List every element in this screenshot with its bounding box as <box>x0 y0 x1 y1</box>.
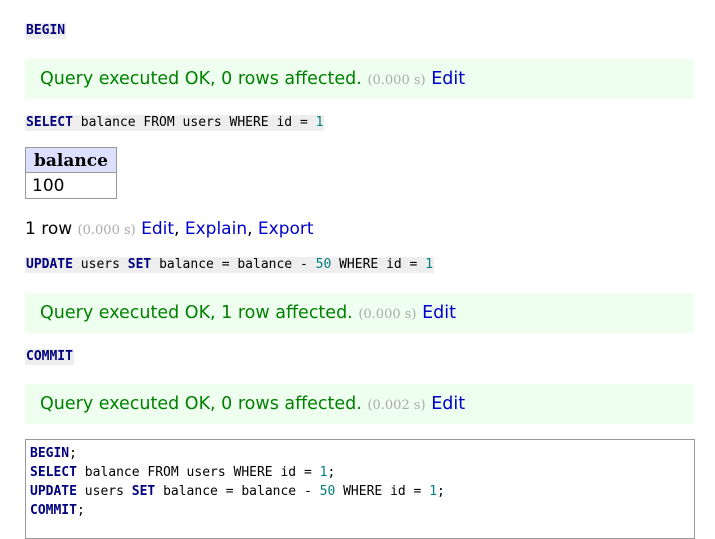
message-text: Query executed OK, 1 row affected. <box>40 303 353 323</box>
sql-number: 50 <box>319 484 336 499</box>
message-text: Query executed OK, 0 rows affected. <box>40 394 362 414</box>
sql-keyword: COMMIT <box>26 349 73 364</box>
execution-time: (0.000 s) <box>77 223 136 238</box>
sql-begin: BEGIN <box>25 23 67 39</box>
sql-commit: COMMIT <box>25 349 74 365</box>
sql-keyword: BEGIN <box>30 446 70 461</box>
sql-number: 1 <box>425 257 434 272</box>
sql-select: SELECT balance FROM users WHERE id = 1 <box>25 115 325 131</box>
sql-text: balance FROM users WHERE id = <box>72 115 316 130</box>
sql-text: ; <box>76 503 85 518</box>
sql-keyword: SET <box>127 257 152 272</box>
sql-keyword: SELECT <box>26 115 73 130</box>
execution-time: (0.000 s) <box>358 307 417 322</box>
editor-line: BEGIN; <box>30 444 690 463</box>
editor-line: UPDATE users SET balance = balance - 50 … <box>30 482 690 501</box>
sql-text: users <box>72 257 128 272</box>
column-header-balance[interactable]: balance <box>25 147 117 173</box>
execution-time: (0.002 s) <box>367 398 426 413</box>
sql-text: balance = balance - <box>155 484 320 499</box>
sql-keyword: COMMIT <box>30 503 77 518</box>
sql-text: WHERE id = <box>331 257 426 272</box>
sql-keyword: SELECT <box>30 465 77 480</box>
editor-line: COMMIT; <box>30 501 690 520</box>
query-result-message: Query executed OK, 0 rows affected. (0.0… <box>25 59 694 99</box>
sql-keyword: BEGIN <box>26 23 66 38</box>
edit-link[interactable]: Edit <box>422 303 456 323</box>
query-result-message: Query executed OK, 0 rows affected. (0.0… <box>25 384 694 424</box>
sql-editor[interactable]: BEGIN; SELECT balance FROM users WHERE i… <box>25 439 695 539</box>
sql-text: balance = balance - <box>151 257 316 272</box>
editor-line: SELECT balance FROM users WHERE id = 1; <box>30 463 690 482</box>
result-table: balance 100 <box>25 147 117 199</box>
row-count: 1 row <box>25 219 73 239</box>
sql-keyword: UPDATE <box>26 257 73 272</box>
sql-keyword: UPDATE <box>30 484 77 499</box>
result-summary: 1 row (0.000 s) Edit, Explain, Export <box>25 219 314 239</box>
table-cell: 100 <box>25 172 117 199</box>
execution-time: (0.000 s) <box>367 73 426 88</box>
explain-link[interactable]: Explain <box>185 219 247 239</box>
sql-number: 50 <box>315 257 332 272</box>
sql-text: balance FROM users WHERE id = <box>76 465 320 480</box>
sql-keyword: SET <box>131 484 156 499</box>
sql-text: users <box>76 484 132 499</box>
query-result-message: Query executed OK, 1 row affected. (0.00… <box>25 293 694 333</box>
sql-text: ; <box>327 465 336 480</box>
edit-link[interactable]: Edit <box>141 219 174 239</box>
export-link[interactable]: Export <box>258 219 314 239</box>
edit-link[interactable]: Edit <box>431 69 465 89</box>
sql-text: ; <box>69 446 77 461</box>
sql-text: ; <box>437 484 445 499</box>
table-row: 100 <box>25 172 117 199</box>
sql-number: 1 <box>315 115 324 130</box>
sql-text: WHERE id = <box>335 484 430 499</box>
edit-link[interactable]: Edit <box>431 394 465 414</box>
sql-update: UPDATE users SET balance = balance - 50 … <box>25 257 435 273</box>
message-text: Query executed OK, 0 rows affected. <box>40 69 362 89</box>
sql-number: 1 <box>429 484 438 499</box>
